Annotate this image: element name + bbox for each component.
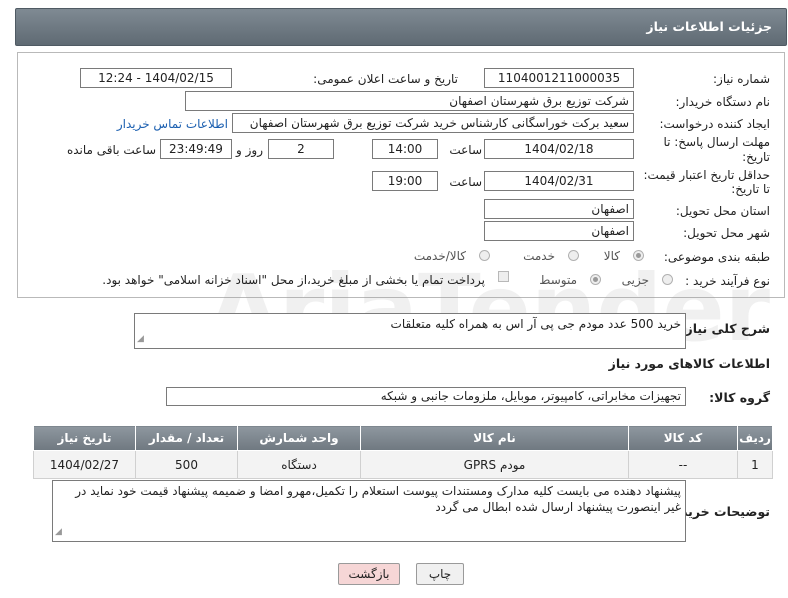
price-validity-date: 1404/02/31 <box>484 171 634 191</box>
category-radio-goods[interactable] <box>633 250 644 261</box>
goods-group-field: تجهیزات مخابراتی، کامپیوتر، موبایل، ملزو… <box>166 387 686 406</box>
reply-deadline-date: 1404/02/18 <box>484 139 634 159</box>
treasury-payment-checkbox[interactable] <box>498 271 509 282</box>
table-row: 1 -- مودم GPRS دستگاه 500 1404/02/27 <box>33 450 773 479</box>
process-radio-minor[interactable] <box>662 274 673 285</box>
category-radio-service[interactable] <box>568 250 579 261</box>
delivery-province-field: اصفهان <box>484 199 634 219</box>
time-remaining-label: ساعت باقی مانده <box>66 143 156 157</box>
price-validity-time-label: ساعت <box>449 175 482 189</box>
reply-deadline-label-1: مهلت ارسال پاسخ: تا <box>663 135 770 149</box>
buyer-notes-field: پیشنهاد دهنده می بایست کلیه مدارک ومستند… <box>52 480 686 542</box>
col-header-quantity: تعداد / مقدار <box>135 425 238 451</box>
time-remaining-field: 23:49:49 <box>160 139 232 159</box>
reply-time-label: ساعت <box>449 143 482 157</box>
cell-item-code: -- <box>628 450 738 479</box>
days-label: روز و <box>236 143 263 157</box>
back-button[interactable]: بازگشت <box>338 563 400 585</box>
category-option-goods-service: کالا/خدمت <box>413 249 466 263</box>
col-header-need-date: تاریخ نیاز <box>33 425 136 451</box>
process-type-label: نوع فرآیند خرید : <box>685 274 770 288</box>
col-header-unit: واحد شمارش <box>237 425 361 451</box>
reply-deadline-label-2: تاریخ: <box>742 150 770 164</box>
items-table: ردیف کد کالا نام کالا واحد شمارش تعداد /… <box>33 425 773 479</box>
buyer-contact-link[interactable]: اطلاعات تماس خریدار <box>117 117 228 131</box>
buyer-notes-text: پیشنهاد دهنده می بایست کلیه مدارک ومستند… <box>75 484 681 514</box>
requester-field: سعید برکت خوراسگانی کارشناس خرید شرکت تو… <box>232 113 634 133</box>
panel-header: جزئیات اطلاعات نیاز <box>15 8 787 46</box>
goods-info-title: اطلاعات کالاهای مورد نیاز <box>608 356 770 371</box>
col-header-row-number: ردیف <box>737 425 773 451</box>
description-label: شرح کلی نیاز: <box>680 321 770 336</box>
category-option-service: خدمت <box>523 249 555 263</box>
col-header-item-name: نام کالا <box>360 425 629 451</box>
days-remaining-field: 2 <box>268 139 334 159</box>
category-radio-goods-service[interactable] <box>479 250 490 261</box>
reply-deadline-time: 14:00 <box>372 139 438 159</box>
process-option-medium: متوسط <box>539 273 577 287</box>
process-radio-medium[interactable] <box>590 274 601 285</box>
cell-row-number: 1 <box>737 450 773 479</box>
delivery-province-label: استان محل تحویل: <box>675 204 770 218</box>
buyer-org-label: نام دستگاه خریدار: <box>675 95 771 109</box>
price-validity-label-2: تا تاریخ: <box>731 182 770 196</box>
cell-need-date: 1404/02/27 <box>33 450 136 479</box>
cell-item-name: مودم GPRS <box>360 450 629 479</box>
print-button[interactable]: چاپ <box>416 563 464 585</box>
cell-quantity: 500 <box>135 450 238 479</box>
resize-handle-icon[interactable]: ◢ <box>55 524 62 540</box>
description-field: خرید 500 عدد مودم جی پی آر اس به همراه ک… <box>134 313 686 349</box>
category-option-goods: کالا <box>603 249 620 263</box>
process-option-minor: جزیی <box>621 273 649 287</box>
cell-unit: دستگاه <box>237 450 361 479</box>
buyer-org-field: شرکت توزیع برق شهرستان اصفهان <box>185 91 634 111</box>
requester-label: ایجاد کننده درخواست: <box>659 117 770 131</box>
delivery-city-label: شهر محل تحویل: <box>683 226 770 240</box>
need-number-label: شماره نیاز: <box>713 72 770 86</box>
panel-title: جزئیات اطلاعات نیاز <box>646 19 772 34</box>
table-header-row: ردیف کد کالا نام کالا واحد شمارش تعداد /… <box>33 425 773 451</box>
announce-datetime-label: تاریخ و ساعت اعلان عمومی: <box>313 72 458 86</box>
price-validity-label-1: حداقل تاریخ اعتبار قیمت: <box>643 168 770 182</box>
price-validity-time: 19:00 <box>372 171 438 191</box>
delivery-city-field: اصفهان <box>484 221 634 241</box>
goods-group-label: گروه کالا: <box>709 390 770 405</box>
need-number-field: 1104001211000035 <box>484 68 634 88</box>
treasury-payment-note: پرداخت تمام یا بخشی از مبلغ خرید،از محل … <box>102 273 485 287</box>
category-label: طبقه بندی موضوعی: <box>663 250 770 264</box>
announce-datetime-field: 1404/02/15 - 12:24 <box>80 68 232 88</box>
description-text: خرید 500 عدد مودم جی پی آر اس به همراه ک… <box>390 317 681 331</box>
resize-handle-icon[interactable]: ◢ <box>137 331 144 347</box>
col-header-item-code: کد کالا <box>628 425 738 451</box>
